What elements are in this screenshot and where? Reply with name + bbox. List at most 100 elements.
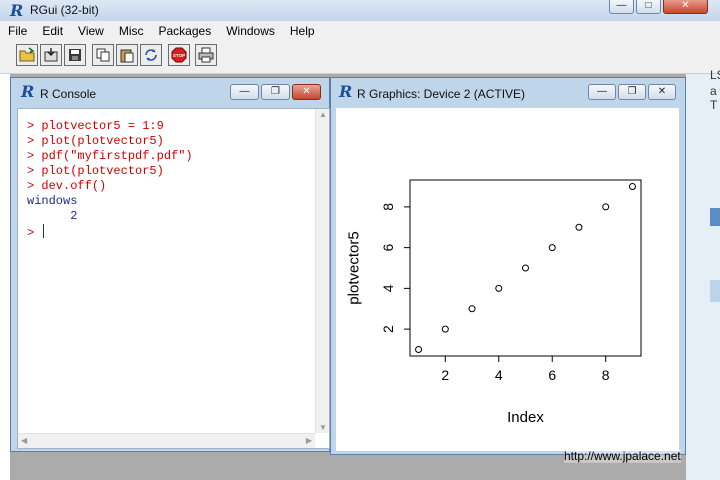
scroll-down-icon[interactable]: ▼ — [319, 423, 327, 432]
background-window-fragment — [710, 208, 720, 226]
data-point — [522, 264, 529, 272]
close-icon: ✕ — [302, 86, 311, 97]
background-window-edge — [0, 74, 10, 480]
maximize-button[interactable]: □ — [636, 0, 661, 14]
minimize-button[interactable]: — — [609, 0, 634, 14]
background-window-right: LS a T — [686, 68, 720, 480]
y-tick-label: 8 — [380, 203, 396, 211]
paste-icon — [120, 49, 134, 63]
minimize-icon: — — [616, 0, 627, 11]
open-script-icon — [19, 47, 35, 62]
minimize-icon: — — [239, 86, 250, 97]
x-tick-label: 8 — [602, 367, 610, 383]
console-input-line[interactable]: > — [27, 224, 45, 240]
graphics-window: R R Graphics: Device 2 (ACTIVE) — ❐ ✕ In… — [330, 77, 686, 455]
print-button[interactable] — [195, 44, 217, 66]
plot-frame — [409, 179, 642, 357]
close-button[interactable]: ✕ — [663, 0, 708, 14]
close-icon: ✕ — [657, 86, 667, 97]
scroll-up-icon[interactable]: ▲ — [319, 110, 327, 119]
stop-label: STOP — [173, 53, 185, 58]
menu-file[interactable]: File — [8, 24, 27, 38]
load-workspace-button[interactable] — [40, 44, 62, 66]
console-line: > plot(plotvector5) — [27, 164, 164, 178]
open-script-button[interactable] — [16, 44, 38, 66]
y-axis-label: plotvector5 — [346, 231, 363, 304]
menu-view[interactable]: View — [78, 24, 104, 38]
close-icon: ✕ — [681, 0, 690, 11]
copy-paste-button[interactable] — [140, 44, 162, 66]
restore-icon: ❐ — [627, 86, 637, 97]
console-title: R Console — [40, 87, 97, 101]
copy-button[interactable] — [92, 44, 114, 66]
data-point — [602, 203, 610, 211]
background-text-1: LS — [710, 68, 720, 82]
rgui-main-window: R RGui (32-bit) — □ ✕ File Edit View Mis… — [0, 0, 720, 480]
console-output-line: windows — [27, 194, 78, 208]
scroll-left-icon[interactable]: ◀ — [21, 436, 27, 445]
paste-button[interactable] — [116, 44, 138, 66]
menu-packages[interactable]: Packages — [159, 24, 212, 38]
data-point — [628, 183, 636, 191]
main-window-controls: — □ ✕ — [609, 0, 708, 14]
console-minimize-button[interactable]: — — [230, 84, 259, 100]
console-line: > pdf("myfirstpdf.pdf") — [27, 149, 193, 163]
console-line: > plotvector5 = 1:9 — [27, 119, 164, 133]
console-line: > plot(plotvector5) — [27, 134, 164, 148]
load-workspace-icon — [44, 48, 58, 62]
data-point — [441, 325, 449, 333]
y-tick-label: 6 — [380, 244, 396, 252]
graphics-window-controls: — ❐ ✕ — [588, 84, 676, 100]
console-close-button[interactable]: ✕ — [292, 84, 321, 100]
restore-icon: ❐ — [271, 86, 280, 97]
console-line: > dev.off() — [27, 179, 107, 193]
data-point — [495, 284, 503, 292]
graphics-minimize-button[interactable]: — — [588, 84, 616, 100]
maximize-icon: □ — [645, 0, 652, 11]
console-window-controls: — ❐ ✕ — [230, 84, 321, 100]
scatter-plot: Index plotvector5 2 4 6 8 2 4 6 8 — [346, 179, 642, 426]
menu-help[interactable]: Help — [290, 24, 315, 38]
y-tick-label: 2 — [380, 325, 396, 333]
main-titlebar[interactable]: R RGui (32-bit) — □ ✕ — [0, 0, 720, 21]
print-icon — [198, 47, 214, 63]
minimize-icon: — — [597, 86, 607, 97]
scroll-right-icon[interactable]: ▶ — [306, 436, 312, 445]
console-horizontal-scrollbar[interactable]: ◀ ▶ — [18, 433, 315, 448]
console-output[interactable]: > plotvector5 = 1:9 > plot(plotvector5) … — [17, 108, 330, 449]
copy-paste-icon — [145, 49, 157, 61]
toolbar-file-group — [16, 44, 86, 66]
console-maximize-button[interactable]: ❐ — [261, 84, 290, 100]
menu-bar: File Edit View Misc Packages Windows Hel… — [0, 21, 720, 41]
save-icon — [69, 49, 81, 61]
graphics-maximize-button[interactable]: ❐ — [618, 84, 646, 100]
console-text: > plotvector5 = 1:9 > plot(plotvector5) … — [27, 119, 193, 241]
toolbar-edit-group — [92, 44, 162, 66]
graphics-r-icon: R — [339, 82, 353, 101]
graphics-title: R Graphics: Device 2 (ACTIVE) — [357, 87, 526, 101]
toolbar-stop-group: STOP — [168, 44, 190, 66]
stop-icon: STOP — [171, 47, 187, 63]
console-titlebar[interactable]: R R Console — ❐ ✕ — [11, 78, 329, 108]
console-r-icon: R — [21, 82, 35, 101]
background-window-fragment-2 — [710, 280, 720, 302]
data-point — [415, 345, 423, 353]
toolbar-print-group — [195, 44, 217, 66]
save-button[interactable] — [64, 44, 86, 66]
graphics-close-button[interactable]: ✕ — [648, 84, 676, 100]
y-tick-label: 4 — [380, 284, 396, 292]
data-point — [575, 223, 583, 231]
menu-windows[interactable]: Windows — [226, 24, 275, 38]
watermark-text: http://www.jpalace.net — [564, 449, 681, 463]
app-title: RGui (32-bit) — [30, 3, 99, 17]
menu-misc[interactable]: Misc — [119, 24, 144, 38]
x-tick-label: 6 — [548, 367, 556, 383]
graphics-titlebar[interactable]: R R Graphics: Device 2 (ACTIVE) — ❐ ✕ — [331, 78, 685, 108]
stop-button[interactable]: STOP — [168, 44, 190, 66]
toolbar: STOP — [0, 41, 720, 74]
data-point — [468, 305, 476, 313]
menu-edit[interactable]: Edit — [42, 24, 63, 38]
x-tick-label: 4 — [495, 367, 503, 383]
console-vertical-scrollbar[interactable]: ▲ ▼ — [315, 109, 329, 433]
text-cursor — [43, 224, 45, 238]
